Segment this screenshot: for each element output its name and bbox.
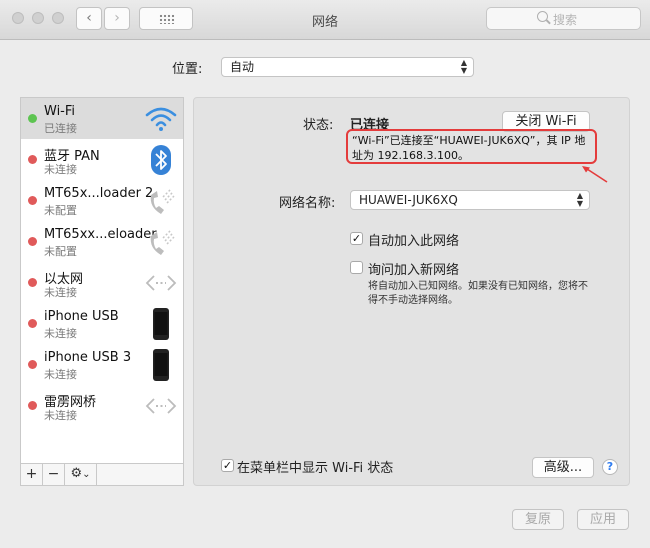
network-name-popup[interactable]: HUAWEI-JUK6XQ ▲ ▼ xyxy=(350,190,590,210)
thunderbolt-bridge-icon xyxy=(145,398,177,414)
service-item-ethernet[interactable]: 以太网 未连接 xyxy=(21,262,183,303)
phone-handset-icon xyxy=(150,229,175,255)
up-down-arrows-icon: ▲ ▼ xyxy=(460,58,467,75)
phone-handset-icon xyxy=(150,188,175,214)
service-item-mt65x-loader-2[interactable]: MT65x...loader 2 未配置 xyxy=(21,180,183,221)
show-menubar-checkbox[interactable]: ✓ xyxy=(221,459,234,472)
bluetooth-icon xyxy=(151,145,171,175)
service-name: iPhone USB xyxy=(44,309,119,324)
network-name-label: 网络名称: xyxy=(279,196,336,211)
service-list-toolbar: + − ⚙⌄ xyxy=(20,464,184,486)
up-down-arrows-icon: ▲ ▼ xyxy=(576,191,583,208)
add-service-button[interactable]: + xyxy=(21,464,43,485)
status-dot xyxy=(28,401,37,410)
service-status: 未连接 xyxy=(44,409,77,422)
action-menu-button[interactable]: ⚙⌄ xyxy=(65,464,97,485)
service-status: 已连接 xyxy=(44,122,77,135)
service-status: 未配置 xyxy=(44,245,77,258)
status-dot xyxy=(28,237,37,246)
title-bar: ‹ › 网络 搜索 xyxy=(0,0,650,40)
status-dot xyxy=(28,196,37,205)
ask-join-label: 询问加入新网络 xyxy=(368,263,460,278)
revert-button[interactable]: 复原 xyxy=(512,509,564,530)
status-dot xyxy=(28,319,37,328)
auto-join-checkbox[interactable]: ✓ xyxy=(350,232,363,245)
service-list[interactable]: Wi-Fi 已连接 蓝牙 PAN 未连接 MT65x...loader 2 未配… xyxy=(20,97,184,464)
iphone-icon xyxy=(153,349,169,381)
network-name-value: HUAWEI-JUK6XQ xyxy=(359,193,458,207)
ask-join-note: 将自动加入已知网络。如果没有已知网络，您将不得不手动选择网络。 xyxy=(368,281,588,306)
gear-icon: ⚙ xyxy=(70,466,83,481)
advanced-button[interactable]: 高级... xyxy=(532,457,594,478)
search-placeholder: 搜索 xyxy=(553,13,578,27)
location-popup[interactable]: 自动 ▲ ▼ xyxy=(221,57,474,77)
apply-button[interactable]: 应用 xyxy=(577,509,629,530)
service-status: 未连接 xyxy=(44,286,77,299)
service-status: 未连接 xyxy=(44,163,77,176)
status-label: 状态: xyxy=(303,118,334,133)
remove-service-button[interactable]: − xyxy=(43,464,65,485)
ethernet-icon xyxy=(145,275,177,291)
iphone-icon xyxy=(153,308,169,340)
service-item-iphone-usb-3[interactable]: iPhone USB 3 未连接 xyxy=(21,344,183,385)
service-status: 未连接 xyxy=(44,327,77,340)
service-item-wifi[interactable]: Wi-Fi 已连接 xyxy=(21,98,183,139)
service-item-mt65xx-eloader[interactable]: MT65xx...eloader 未配置 xyxy=(21,221,183,262)
status-description: “Wi-Fi”已连接至“HUAWEI-JUK6XQ”，其 IP 地址为 192.… xyxy=(352,134,586,162)
location-label: 位置: xyxy=(172,62,203,77)
help-icon: ? xyxy=(606,460,614,473)
service-status: 未配置 xyxy=(44,204,77,217)
status-dot xyxy=(28,360,37,369)
service-item-iphone-usb[interactable]: iPhone USB 未连接 xyxy=(21,303,183,344)
show-menubar-label: 在菜单栏中显示 Wi-Fi 状态 xyxy=(237,461,394,476)
checkmark-icon: ✓ xyxy=(222,459,233,472)
service-item-bluetooth-pan[interactable]: 蓝牙 PAN 未连接 xyxy=(21,139,183,180)
service-status: 未连接 xyxy=(44,368,77,381)
annotation-arrow-icon xyxy=(582,166,608,183)
status-dot xyxy=(28,114,37,123)
service-item-thunderbolt-bridge[interactable]: 雷雳网桥 未连接 xyxy=(21,385,183,426)
service-name: iPhone USB 3 xyxy=(44,350,132,365)
help-button[interactable]: ? xyxy=(602,459,618,475)
minus-icon: − xyxy=(47,466,60,482)
status-dot xyxy=(28,278,37,287)
wifi-icon xyxy=(145,107,177,131)
search-input[interactable]: 搜索 xyxy=(486,7,641,30)
status-dot xyxy=(28,155,37,164)
plus-icon: + xyxy=(25,466,38,482)
service-name: MT65x...loader 2 xyxy=(44,186,154,201)
chevron-down-icon: ⌄ xyxy=(82,469,91,480)
service-name: MT65xx...eloader xyxy=(44,227,157,242)
search-icon xyxy=(537,11,548,22)
ask-join-checkbox[interactable] xyxy=(350,261,363,274)
checkmark-icon: ✓ xyxy=(351,232,362,245)
auto-join-label: 自动加入此网络 xyxy=(368,234,460,249)
service-name: Wi-Fi xyxy=(44,104,76,119)
location-value: 自动 xyxy=(230,60,255,74)
